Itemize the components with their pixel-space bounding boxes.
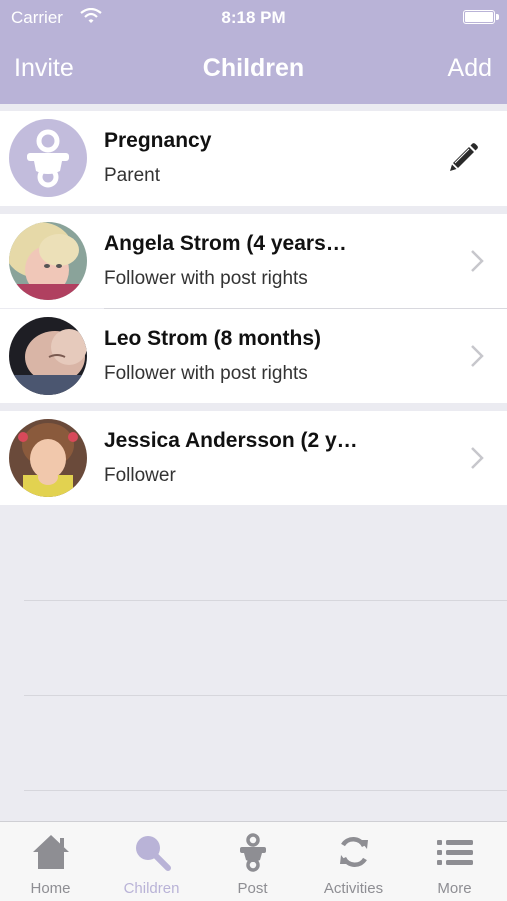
search-icon <box>135 836 171 871</box>
empty-row-divider <box>24 790 507 791</box>
list-icon <box>436 840 473 865</box>
tab-label: Post <box>237 880 268 897</box>
child-name: Angela Strom (4 years… <box>104 232 347 255</box>
child-role: Follower with post rights <box>104 268 308 289</box>
tab-more[interactable]: More <box>404 822 505 901</box>
child-role: Follower with post rights <box>104 363 308 384</box>
child-row-leo[interactable]: Leo Strom (8 months) Follower with post … <box>0 309 507 403</box>
status-bar: Carrier 8:18 PM <box>0 0 507 36</box>
pregnancy-name: Pregnancy <box>104 129 212 152</box>
tab-label: More <box>437 880 472 897</box>
tab-label: Children <box>123 880 180 897</box>
battery-icon <box>463 10 499 24</box>
empty-row-divider <box>24 695 507 696</box>
tab-activities[interactable]: Activities <box>303 822 404 901</box>
add-button[interactable]: Add <box>448 54 492 83</box>
refresh-icon <box>339 837 368 867</box>
pacifier-icon <box>239 833 266 872</box>
child-name: Leo Strom (8 months) <box>104 327 322 350</box>
navigation-header: Carrier 8:18 PM Invite Children Add <box>0 0 507 104</box>
pregnancy-role: Parent <box>104 165 160 186</box>
chevron-right-icon <box>471 447 484 469</box>
tab-post[interactable]: Post <box>202 822 303 901</box>
pregnancy-avatar <box>9 119 87 197</box>
chevron-right-icon <box>471 250 484 272</box>
tab-children[interactable]: Children <box>101 822 202 901</box>
page-title: Children <box>202 54 305 82</box>
tab-label: Home <box>30 880 71 897</box>
tab-home[interactable]: Home <box>0 822 101 901</box>
empty-row-divider <box>24 600 507 601</box>
home-icon <box>32 835 69 869</box>
jessica-avatar <box>9 419 87 497</box>
tab-bar: Home Children Post Activities More <box>0 821 507 901</box>
tab-label: Activities <box>323 880 384 897</box>
child-row-angela[interactable]: Angela Strom (4 years… Follower with pos… <box>0 214 507 308</box>
child-name: Jessica Andersson (2 y… <box>104 429 358 452</box>
pregnancy-row[interactable]: Pregnancy Parent <box>0 111 507 206</box>
child-role: Follower <box>104 465 176 486</box>
clock: 8:18 PM <box>221 8 286 27</box>
leo-avatar <box>9 317 87 395</box>
pacifier-icon <box>27 129 69 188</box>
child-row-jessica[interactable]: Jessica Andersson (2 y… Follower <box>0 411 507 505</box>
pencil-icon[interactable] <box>447 141 480 174</box>
chevron-right-icon <box>471 345 484 367</box>
angela-avatar <box>9 222 87 300</box>
